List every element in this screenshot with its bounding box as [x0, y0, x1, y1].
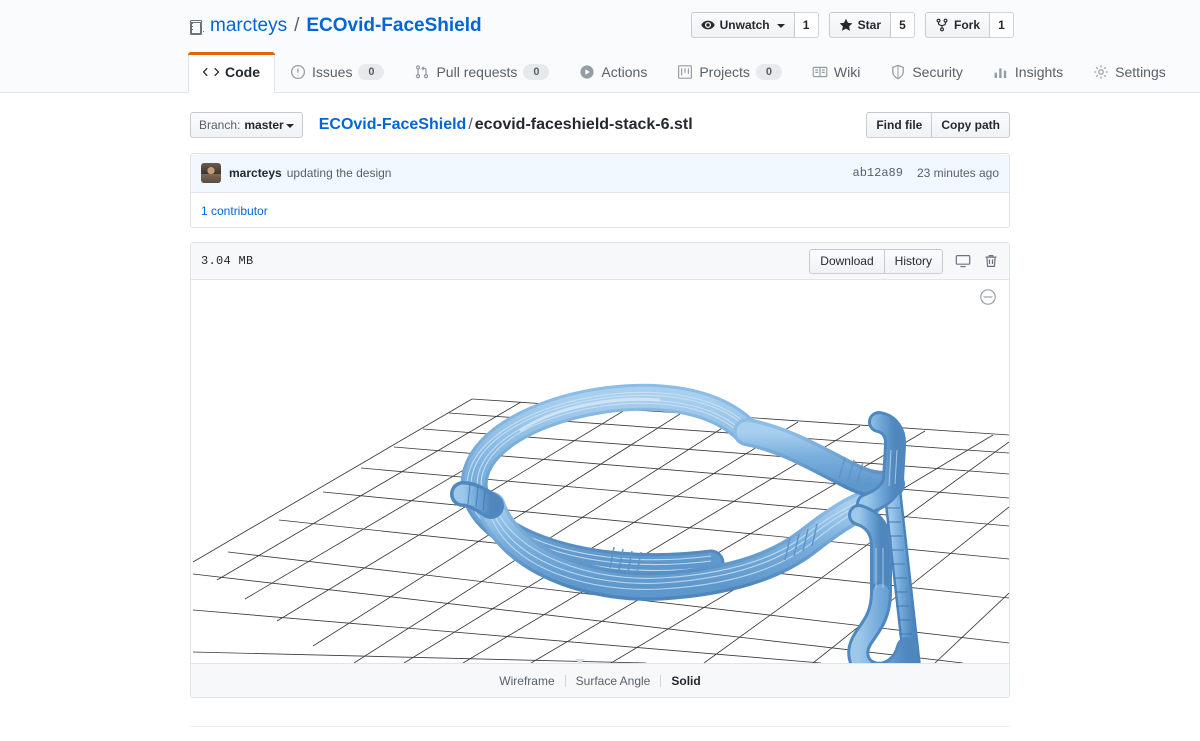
tab-projects[interactable]: Projects 0: [662, 52, 797, 92]
breadcrumb-root-link[interactable]: ECOvid-FaceShield: [319, 116, 467, 133]
tab-projects-count: 0: [755, 64, 782, 80]
branch-selector-button[interactable]: Branch: master: [190, 112, 303, 138]
unwatch-label: Unwatch: [719, 18, 770, 32]
file-viewer-box: 3.04 MB Download History Wireframe Surfa…: [190, 242, 1010, 698]
fork-button[interactable]: Fork: [924, 12, 990, 38]
star-count[interactable]: 5: [890, 12, 915, 38]
commit-time: 23 minutes ago: [916, 166, 999, 180]
tab-issues-label: Issues: [312, 64, 353, 80]
zoom-out-icon[interactable]: [979, 288, 997, 306]
branch-value: master: [244, 118, 284, 132]
fork-label: Fork: [953, 18, 980, 32]
star-icon: [839, 18, 852, 31]
watch-button-group: Unwatch 1: [690, 12, 819, 38]
graph-icon: [993, 64, 1009, 80]
tab-pull-requests[interactable]: Pull requests 0: [399, 52, 564, 92]
tab-actions[interactable]: Actions: [564, 52, 662, 92]
tab-code-label: Code: [225, 64, 260, 80]
footer-divider: [190, 726, 1010, 727]
fork-count[interactable]: 1: [990, 12, 1014, 38]
repository-social-actions: Unwatch 1 Star 5 Fork 1: [690, 12, 1014, 38]
code-icon: [202, 64, 220, 80]
render-mode-surface-angle[interactable]: Surface Angle: [566, 674, 661, 688]
history-button[interactable]: History: [884, 248, 943, 274]
repository-content: Branch: master ECOvid-FaceShield / ecovid-…: [190, 93, 1010, 698]
issue-icon: [290, 64, 306, 80]
contributors-row: 1 contributor: [191, 193, 1009, 227]
render-mode-solid[interactable]: Solid: [661, 674, 710, 688]
file-header-toolbar: 3.04 MB Download History: [191, 243, 1009, 280]
repo-owner-link[interactable]: marcteys: [210, 14, 287, 38]
tab-issues-count: 0: [358, 64, 385, 80]
tab-settings[interactable]: Settings: [1078, 52, 1181, 92]
repo-name-link[interactable]: ECOvid-FaceShield: [306, 14, 481, 38]
file-header-actions: Download History: [809, 248, 999, 274]
repository-header: marcteys / ECOvid-FaceShield Unwatch 1 S…: [0, 0, 1200, 93]
tab-settings-label: Settings: [1115, 64, 1166, 80]
tab-actions-label: Actions: [601, 64, 648, 80]
file-navigation-bar: Branch: master ECOvid-FaceShield / ecovid-…: [190, 111, 1010, 139]
tab-issues[interactable]: Issues 0: [275, 52, 399, 92]
tab-pull-requests-count: 0: [523, 64, 550, 80]
watch-count[interactable]: 1: [794, 12, 819, 38]
star-label: Star: [857, 18, 881, 32]
tab-security-label: Security: [912, 64, 963, 80]
shield-icon: [890, 64, 906, 80]
stl-scene: [191, 280, 1009, 663]
eye-icon: [700, 20, 715, 30]
unwatch-button[interactable]: Unwatch: [690, 12, 795, 38]
gear-icon: [1093, 64, 1109, 80]
branch-label: Branch:: [199, 118, 241, 132]
commit-meta: ab12a89 23 minutes ago: [853, 166, 999, 180]
project-icon: [677, 64, 693, 80]
commit-row: marcteys updating the design ab12a89 23 …: [191, 154, 1009, 193]
tab-security[interactable]: Security: [875, 52, 978, 92]
download-button[interactable]: Download: [809, 248, 885, 274]
tab-wiki[interactable]: Wiki: [797, 52, 875, 92]
contributors-link[interactable]: 1 contributor: [201, 204, 268, 218]
file-nav-actions: Find file Copy path: [866, 112, 1010, 138]
commit-sha[interactable]: ab12a89: [853, 166, 903, 180]
avatar: [201, 163, 221, 183]
pr-icon: [414, 64, 430, 80]
copy-path-button[interactable]: Copy path: [932, 112, 1010, 138]
chevron-down-icon: [285, 124, 294, 128]
tab-pull-requests-label: Pull requests: [436, 64, 518, 80]
breadcrumb-separator: /: [468, 116, 473, 133]
device-desktop-icon[interactable]: [955, 253, 971, 269]
tab-insights[interactable]: Insights: [978, 52, 1078, 92]
star-button-group: Star 5: [828, 12, 915, 38]
trash-icon[interactable]: [983, 253, 999, 269]
find-file-button[interactable]: Find file: [866, 112, 933, 138]
render-mode-bar: Wireframe Surface Angle Solid: [191, 663, 1009, 697]
tab-wiki-label: Wiki: [833, 64, 861, 80]
render-mode-wireframe[interactable]: Wireframe: [489, 674, 564, 688]
breadcrumb: ECOvid-FaceShield / ecovid-faceshield-stac…: [319, 115, 693, 135]
repository-nav-tabs: Code Issues 0 Pull requests 0 Actions Pr…: [188, 52, 1181, 93]
repository-title: marcteys / ECOvid-FaceShield: [188, 14, 482, 38]
file-size: 3.04 MB: [201, 254, 254, 268]
commit-author-link[interactable]: marcteys: [229, 166, 282, 180]
tab-insights-label: Insights: [1014, 64, 1064, 80]
star-button[interactable]: Star: [828, 12, 891, 38]
stl-3d-viewer[interactable]: [191, 280, 1009, 663]
tab-code[interactable]: Code: [188, 52, 275, 93]
repo-title-separator: /: [294, 15, 300, 36]
tab-projects-label: Projects: [699, 64, 750, 80]
render-mode-caret: [575, 659, 585, 664]
repo-icon: [188, 19, 204, 35]
fork-icon: [936, 18, 948, 32]
chevron-down-icon: [776, 24, 785, 28]
play-icon: [579, 64, 595, 80]
commit-message: updating the design: [286, 166, 392, 180]
book-icon: [812, 64, 828, 80]
fork-button-group: Fork 1: [924, 12, 1014, 38]
latest-commit-box: marcteys updating the design ab12a89 23 …: [190, 153, 1010, 228]
breadcrumb-file-name: ecovid-faceshield-stack-6.stl: [474, 116, 693, 133]
